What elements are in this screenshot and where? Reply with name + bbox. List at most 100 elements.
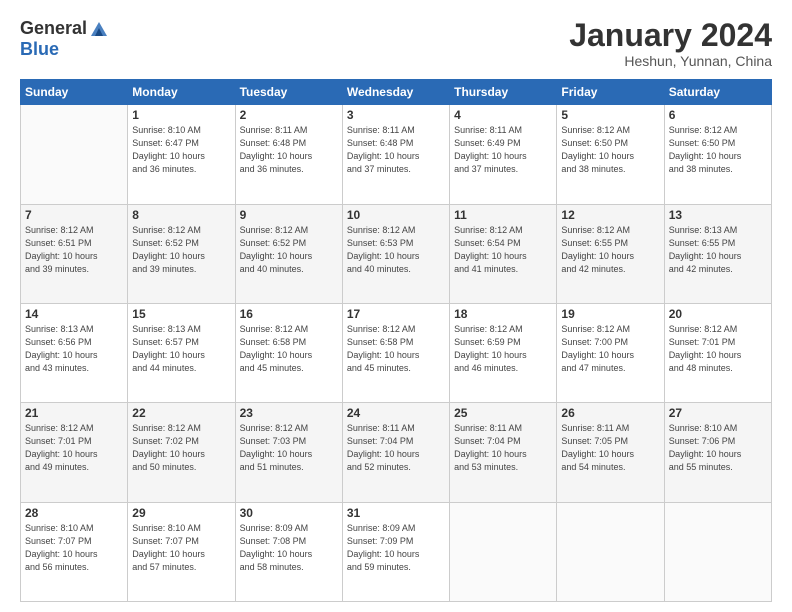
calendar-cell: 17Sunrise: 8:12 AM Sunset: 6:58 PM Dayli… (342, 303, 449, 402)
day-number: 16 (240, 307, 338, 321)
calendar-cell: 26 Sunrise: 8:11 AM Sunset: 7:05 PM Dayli… (557, 403, 664, 502)
day-number: 8 (132, 208, 230, 222)
day-info: Sunrise: 8:10 AM Sunset: 7:06 PM Dayligh… (669, 422, 767, 474)
day-number: 6 (669, 108, 767, 122)
day-info: Sunrise: 8:12 AM Sunset: 7:01 PM Dayligh… (25, 422, 123, 474)
day-info: Sunrise: 8:11 AM Sunset: 6:49 PM Dayligh… (454, 124, 552, 176)
calendar-cell: 21Sunrise: 8:12 AM Sunset: 7:01 PM Dayli… (21, 403, 128, 502)
day-info: Sunrise: 8:09 AM Sunset: 7:08 PM Dayligh… (240, 522, 338, 574)
day-number: 9 (240, 208, 338, 222)
calendar-cell: 14Sunrise: 8:13 AM Sunset: 6:56 PM Dayli… (21, 303, 128, 402)
calendar-cell: 31 Sunrise: 8:09 AM Sunset: 7:09 PM Dayli… (342, 502, 449, 601)
calendar-cell: 7 Sunrise: 8:12 AM Sunset: 6:51 PM Daylig… (21, 204, 128, 303)
calendar-cell (557, 502, 664, 601)
day-number: 29 (132, 506, 230, 520)
day-number: 7 (25, 208, 123, 222)
calendar-cell: 27 Sunrise: 8:10 AM Sunset: 7:06 PM Dayli… (664, 403, 771, 502)
day-info: Sunrise: 8:12 AM Sunset: 6:51 PM Dayligh… (25, 224, 123, 276)
day-number: 19 (561, 307, 659, 321)
calendar-week-row: 28 Sunrise: 8:10 AM Sunset: 7:07 PM Dayli… (21, 502, 772, 601)
day-number: 20 (669, 307, 767, 321)
calendar-cell: 3Sunrise: 8:11 AM Sunset: 6:48 PM Daylig… (342, 105, 449, 204)
calendar-cell: 24 Sunrise: 8:11 AM Sunset: 7:04 PM Dayli… (342, 403, 449, 502)
day-number: 2 (240, 108, 338, 122)
day-number: 10 (347, 208, 445, 222)
day-info: Sunrise: 8:13 AM Sunset: 6:57 PM Dayligh… (132, 323, 230, 375)
calendar-cell: 16 Sunrise: 8:12 AM Sunset: 6:58 PM Dayli… (235, 303, 342, 402)
day-info: Sunrise: 8:11 AM Sunset: 6:48 PM Dayligh… (240, 124, 338, 176)
day-info: Sunrise: 8:12 AM Sunset: 7:00 PM Dayligh… (561, 323, 659, 375)
calendar-week-row: 1 Sunrise: 8:10 AM Sunset: 6:47 PM Daylig… (21, 105, 772, 204)
calendar-header-thursday: Thursday (450, 80, 557, 105)
calendar-header-sunday: Sunday (21, 80, 128, 105)
day-number: 14 (25, 307, 123, 321)
calendar-header-tuesday: Tuesday (235, 80, 342, 105)
calendar-cell: 23 Sunrise: 8:12 AM Sunset: 7:03 PM Dayli… (235, 403, 342, 502)
logo: General Blue (20, 18, 109, 60)
day-info: Sunrise: 8:12 AM Sunset: 6:53 PM Dayligh… (347, 224, 445, 276)
day-number: 4 (454, 108, 552, 122)
day-number: 25 (454, 406, 552, 420)
calendar-cell: 28 Sunrise: 8:10 AM Sunset: 7:07 PM Dayli… (21, 502, 128, 601)
calendar-header-friday: Friday (557, 80, 664, 105)
day-info: Sunrise: 8:12 AM Sunset: 6:52 PM Dayligh… (240, 224, 338, 276)
day-info: Sunrise: 8:12 AM Sunset: 6:55 PM Dayligh… (561, 224, 659, 276)
day-number: 11 (454, 208, 552, 222)
day-number: 22 (132, 406, 230, 420)
day-number: 1 (132, 108, 230, 122)
calendar-cell: 22Sunrise: 8:12 AM Sunset: 7:02 PM Dayli… (128, 403, 235, 502)
calendar-cell: 29 Sunrise: 8:10 AM Sunset: 7:07 PM Dayli… (128, 502, 235, 601)
calendar-header-saturday: Saturday (664, 80, 771, 105)
calendar-cell: 10 Sunrise: 8:12 AM Sunset: 6:53 PM Dayli… (342, 204, 449, 303)
logo-general-text: General (20, 18, 87, 39)
day-number: 30 (240, 506, 338, 520)
day-number: 31 (347, 506, 445, 520)
calendar-header-monday: Monday (128, 80, 235, 105)
calendar-cell: 20 Sunrise: 8:12 AM Sunset: 7:01 PM Dayli… (664, 303, 771, 402)
calendar-header-row: SundayMondayTuesdayWednesdayThursdayFrid… (21, 80, 772, 105)
logo-icon (89, 20, 109, 38)
day-number: 26 (561, 406, 659, 420)
day-info: Sunrise: 8:12 AM Sunset: 7:03 PM Dayligh… (240, 422, 338, 474)
day-info: Sunrise: 8:10 AM Sunset: 6:47 PM Dayligh… (132, 124, 230, 176)
calendar-cell: 18 Sunrise: 8:12 AM Sunset: 6:59 PM Dayli… (450, 303, 557, 402)
day-info: Sunrise: 8:10 AM Sunset: 7:07 PM Dayligh… (132, 522, 230, 574)
calendar-cell: 8Sunrise: 8:12 AM Sunset: 6:52 PM Daylig… (128, 204, 235, 303)
title-block: January 2024 Heshun, Yunnan, China (569, 18, 772, 69)
calendar-cell: 11 Sunrise: 8:12 AM Sunset: 6:54 PM Dayli… (450, 204, 557, 303)
location-subtitle: Heshun, Yunnan, China (569, 53, 772, 69)
calendar-table: SundayMondayTuesdayWednesdayThursdayFrid… (20, 79, 772, 602)
day-info: Sunrise: 8:12 AM Sunset: 6:58 PM Dayligh… (240, 323, 338, 375)
calendar-week-row: 14Sunrise: 8:13 AM Sunset: 6:56 PM Dayli… (21, 303, 772, 402)
page: General Blue January 2024 Heshun, Yunnan… (0, 0, 792, 612)
day-number: 17 (347, 307, 445, 321)
day-number: 5 (561, 108, 659, 122)
calendar-cell: 9 Sunrise: 8:12 AM Sunset: 6:52 PM Daylig… (235, 204, 342, 303)
day-info: Sunrise: 8:09 AM Sunset: 7:09 PM Dayligh… (347, 522, 445, 574)
calendar-cell: 30 Sunrise: 8:09 AM Sunset: 7:08 PM Dayli… (235, 502, 342, 601)
day-info: Sunrise: 8:10 AM Sunset: 7:07 PM Dayligh… (25, 522, 123, 574)
day-info: Sunrise: 8:12 AM Sunset: 6:54 PM Dayligh… (454, 224, 552, 276)
day-info: Sunrise: 8:12 AM Sunset: 6:59 PM Dayligh… (454, 323, 552, 375)
calendar-week-row: 7 Sunrise: 8:12 AM Sunset: 6:51 PM Daylig… (21, 204, 772, 303)
header: General Blue January 2024 Heshun, Yunnan… (20, 18, 772, 69)
day-number: 27 (669, 406, 767, 420)
day-info: Sunrise: 8:12 AM Sunset: 7:01 PM Dayligh… (669, 323, 767, 375)
day-number: 13 (669, 208, 767, 222)
day-number: 18 (454, 307, 552, 321)
calendar-cell: 19 Sunrise: 8:12 AM Sunset: 7:00 PM Dayli… (557, 303, 664, 402)
day-info: Sunrise: 8:12 AM Sunset: 6:50 PM Dayligh… (669, 124, 767, 176)
day-number: 12 (561, 208, 659, 222)
calendar-cell: 4 Sunrise: 8:11 AM Sunset: 6:49 PM Daylig… (450, 105, 557, 204)
day-info: Sunrise: 8:11 AM Sunset: 7:05 PM Dayligh… (561, 422, 659, 474)
calendar-cell: 1 Sunrise: 8:10 AM Sunset: 6:47 PM Daylig… (128, 105, 235, 204)
day-number: 28 (25, 506, 123, 520)
month-title: January 2024 (569, 18, 772, 53)
calendar-cell: 13 Sunrise: 8:13 AM Sunset: 6:55 PM Dayli… (664, 204, 771, 303)
day-info: Sunrise: 8:13 AM Sunset: 6:55 PM Dayligh… (669, 224, 767, 276)
day-info: Sunrise: 8:11 AM Sunset: 6:48 PM Dayligh… (347, 124, 445, 176)
day-info: Sunrise: 8:11 AM Sunset: 7:04 PM Dayligh… (454, 422, 552, 474)
day-info: Sunrise: 8:11 AM Sunset: 7:04 PM Dayligh… (347, 422, 445, 474)
day-number: 23 (240, 406, 338, 420)
day-number: 24 (347, 406, 445, 420)
